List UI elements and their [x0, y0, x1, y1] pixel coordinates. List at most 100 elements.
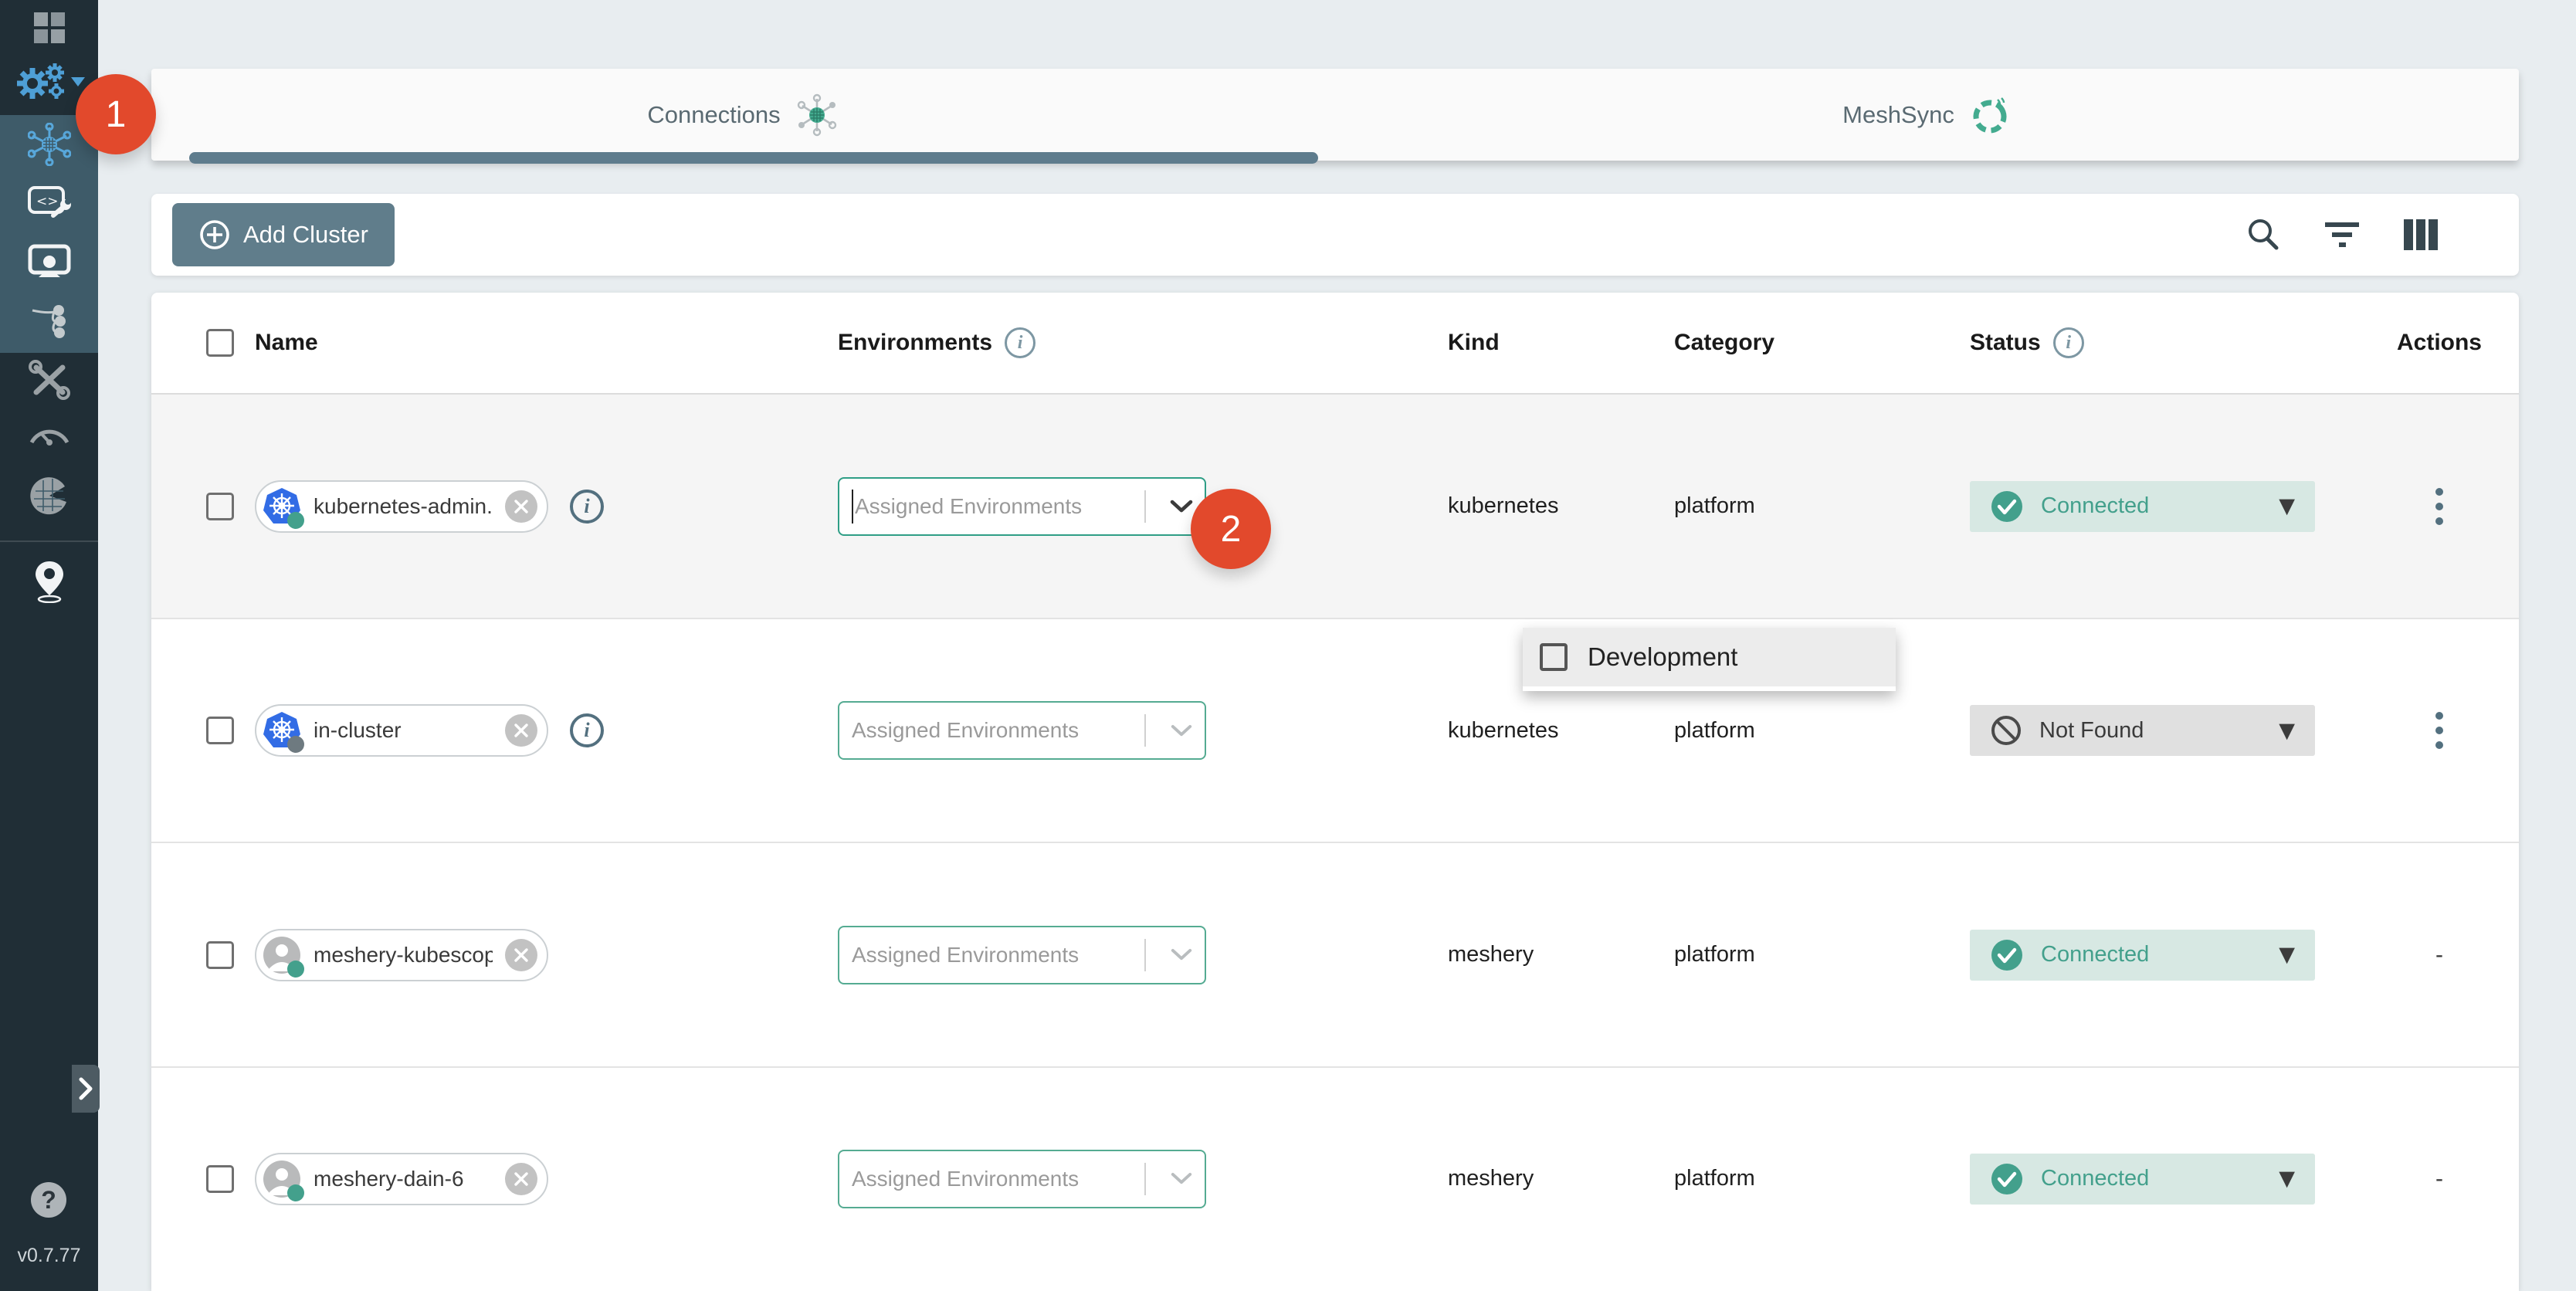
column-header-kind[interactable]: Kind [1448, 330, 1674, 356]
connections-tabbar: Connections MeshSync [151, 69, 2519, 161]
environments-dropdown: Development [1523, 628, 1896, 691]
caret-down-icon: ▼ [2279, 494, 2295, 518]
status-select[interactable]: Connected ▼ [1970, 930, 2315, 981]
remove-connection-icon[interactable] [505, 1163, 537, 1195]
tab-connections[interactable]: Connections [151, 69, 1335, 161]
caret-down-icon: ▼ [2279, 943, 2295, 967]
column-header-status[interactable]: Status i [1970, 327, 2360, 358]
connections-mesh-icon [795, 93, 839, 137]
tab-meshsync-label: MeshSync [1842, 101, 1954, 129]
add-cluster-button[interactable]: Add Cluster [172, 203, 395, 266]
status-info-icon[interactable]: i [2053, 327, 2084, 358]
no-actions-dash: - [2435, 942, 2443, 968]
remove-connection-icon[interactable] [505, 490, 537, 523]
connection-info-icon[interactable]: i [570, 713, 604, 747]
table-row: meshery-dain-6 Assigned Environments mes… [151, 1066, 2519, 1289]
search-icon[interactable] [2242, 214, 2284, 256]
tab-connections-label: Connections [647, 101, 780, 129]
column-header-name[interactable]: Name [255, 330, 838, 356]
lifecycle-mesh-icon[interactable] [19, 120, 80, 169]
toolkit-wrenches-icon[interactable] [19, 354, 80, 404]
designs-flow-icon[interactable] [19, 296, 80, 346]
kubernetes-icon [263, 487, 301, 526]
column-header-actions: Actions [2360, 330, 2519, 356]
connection-chip[interactable]: kubernetes-admin... [255, 480, 548, 533]
check-circle-icon [1990, 490, 2024, 524]
chevron-down-icon[interactable] [1158, 1172, 1205, 1185]
environments-select[interactable]: Assigned Environments [838, 701, 1206, 760]
sidebar-expand-button[interactable] [72, 1065, 100, 1113]
row-actions-menu[interactable] [2422, 706, 2456, 755]
plus-circle-icon [198, 219, 231, 251]
annotation-badge-1: 1 [76, 74, 156, 154]
meshsync-spinner-icon [1968, 93, 2012, 137]
connection-name: in-cluster [314, 718, 493, 743]
row-checkbox[interactable] [206, 493, 234, 520]
configuration-icon[interactable]: <> [19, 179, 80, 229]
connections-table: Name Environments i Kind Category Status… [151, 293, 2519, 1291]
environments-select[interactable]: Assigned Environments [838, 1150, 1206, 1208]
environments-select[interactable]: Assigned Environments [838, 477, 1206, 536]
filter-icon[interactable] [2321, 214, 2363, 256]
environments-info-icon[interactable]: i [1005, 327, 1035, 358]
status-dot-green [287, 961, 304, 978]
chevron-down-icon[interactable] [1158, 948, 1205, 961]
category-value: platform [1674, 493, 1970, 519]
chevron-right-icon [77, 1077, 94, 1100]
row-checkbox[interactable] [206, 1165, 234, 1193]
connection-chip[interactable]: meshery-kubescop... [255, 929, 548, 981]
connection-name: meshery-kubescop... [314, 943, 493, 967]
add-cluster-label: Add Cluster [243, 221, 368, 249]
caret-down-icon: ▼ [2279, 1167, 2295, 1191]
kubernetes-icon [263, 711, 301, 750]
kind-value: meshery [1448, 942, 1674, 967]
caret-down-icon: ▼ [2279, 719, 2295, 743]
remove-connection-icon[interactable] [505, 714, 537, 747]
help-label: ? [41, 1186, 56, 1215]
row-checkbox[interactable] [206, 717, 234, 744]
get-started-pin-icon[interactable] [19, 557, 80, 606]
connection-chip[interactable]: in-cluster [255, 704, 548, 757]
row-actions-menu[interactable] [2422, 482, 2456, 531]
connection-chip[interactable]: meshery-dain-6 [255, 1153, 548, 1205]
category-value: platform [1674, 1166, 1970, 1191]
view-columns-icon[interactable] [2400, 214, 2442, 256]
dashboard-icon[interactable] [19, 3, 80, 53]
meshery-avatar-icon [263, 936, 301, 974]
metrics-gauge-icon[interactable] [19, 408, 80, 458]
help-button[interactable]: ? [31, 1182, 66, 1218]
select-all-checkbox[interactable] [206, 329, 234, 357]
no-actions-dash: - [2435, 1166, 2443, 1192]
extensions-mesh-pie-icon[interactable] [19, 471, 80, 520]
status-dot-green [287, 512, 304, 529]
sidebar-divider [0, 540, 98, 542]
table-row: meshery-kubescop... Assigned Environment… [151, 842, 2519, 1066]
table-row: in-cluster i Assigned Environments kuber… [151, 618, 2519, 842]
environment-option-label[interactable]: Development [1588, 642, 1737, 672]
status-select[interactable]: Connected ▼ [1970, 1154, 2315, 1205]
active-tab-indicator [189, 152, 1318, 164]
remove-connection-icon[interactable] [505, 939, 537, 971]
chevron-down-icon[interactable] [1158, 724, 1205, 737]
environments-select[interactable]: Assigned Environments [838, 926, 1206, 984]
performance-presenter-icon[interactable] [19, 238, 80, 287]
column-header-environments[interactable]: Environments i [838, 327, 1448, 358]
kind-value: kubernetes [1448, 493, 1674, 519]
column-header-category[interactable]: Category [1674, 330, 1970, 356]
table-header-row: Name Environments i Kind Category Status… [151, 293, 2519, 395]
check-circle-icon [1990, 1162, 2024, 1196]
tab-meshsync[interactable]: MeshSync [1335, 69, 2519, 161]
category-value: platform [1674, 942, 1970, 967]
sidebar: <> [0, 0, 98, 1291]
connection-name: kubernetes-admin... [314, 494, 493, 519]
text-cursor [852, 490, 853, 524]
kind-value: kubernetes [1448, 718, 1674, 744]
status-dot-green [287, 1184, 304, 1201]
status-select[interactable]: Not Found ▼ [1970, 705, 2315, 756]
status-select[interactable]: Connected ▼ [1970, 481, 2315, 532]
annotation-badge-2: 2 [1191, 489, 1271, 569]
connection-info-icon[interactable]: i [570, 490, 604, 524]
row-checkbox[interactable] [206, 941, 234, 969]
table-row: kubernetes-admin... i Assigned Environme… [151, 395, 2519, 618]
environment-option-checkbox[interactable] [1540, 643, 1568, 671]
